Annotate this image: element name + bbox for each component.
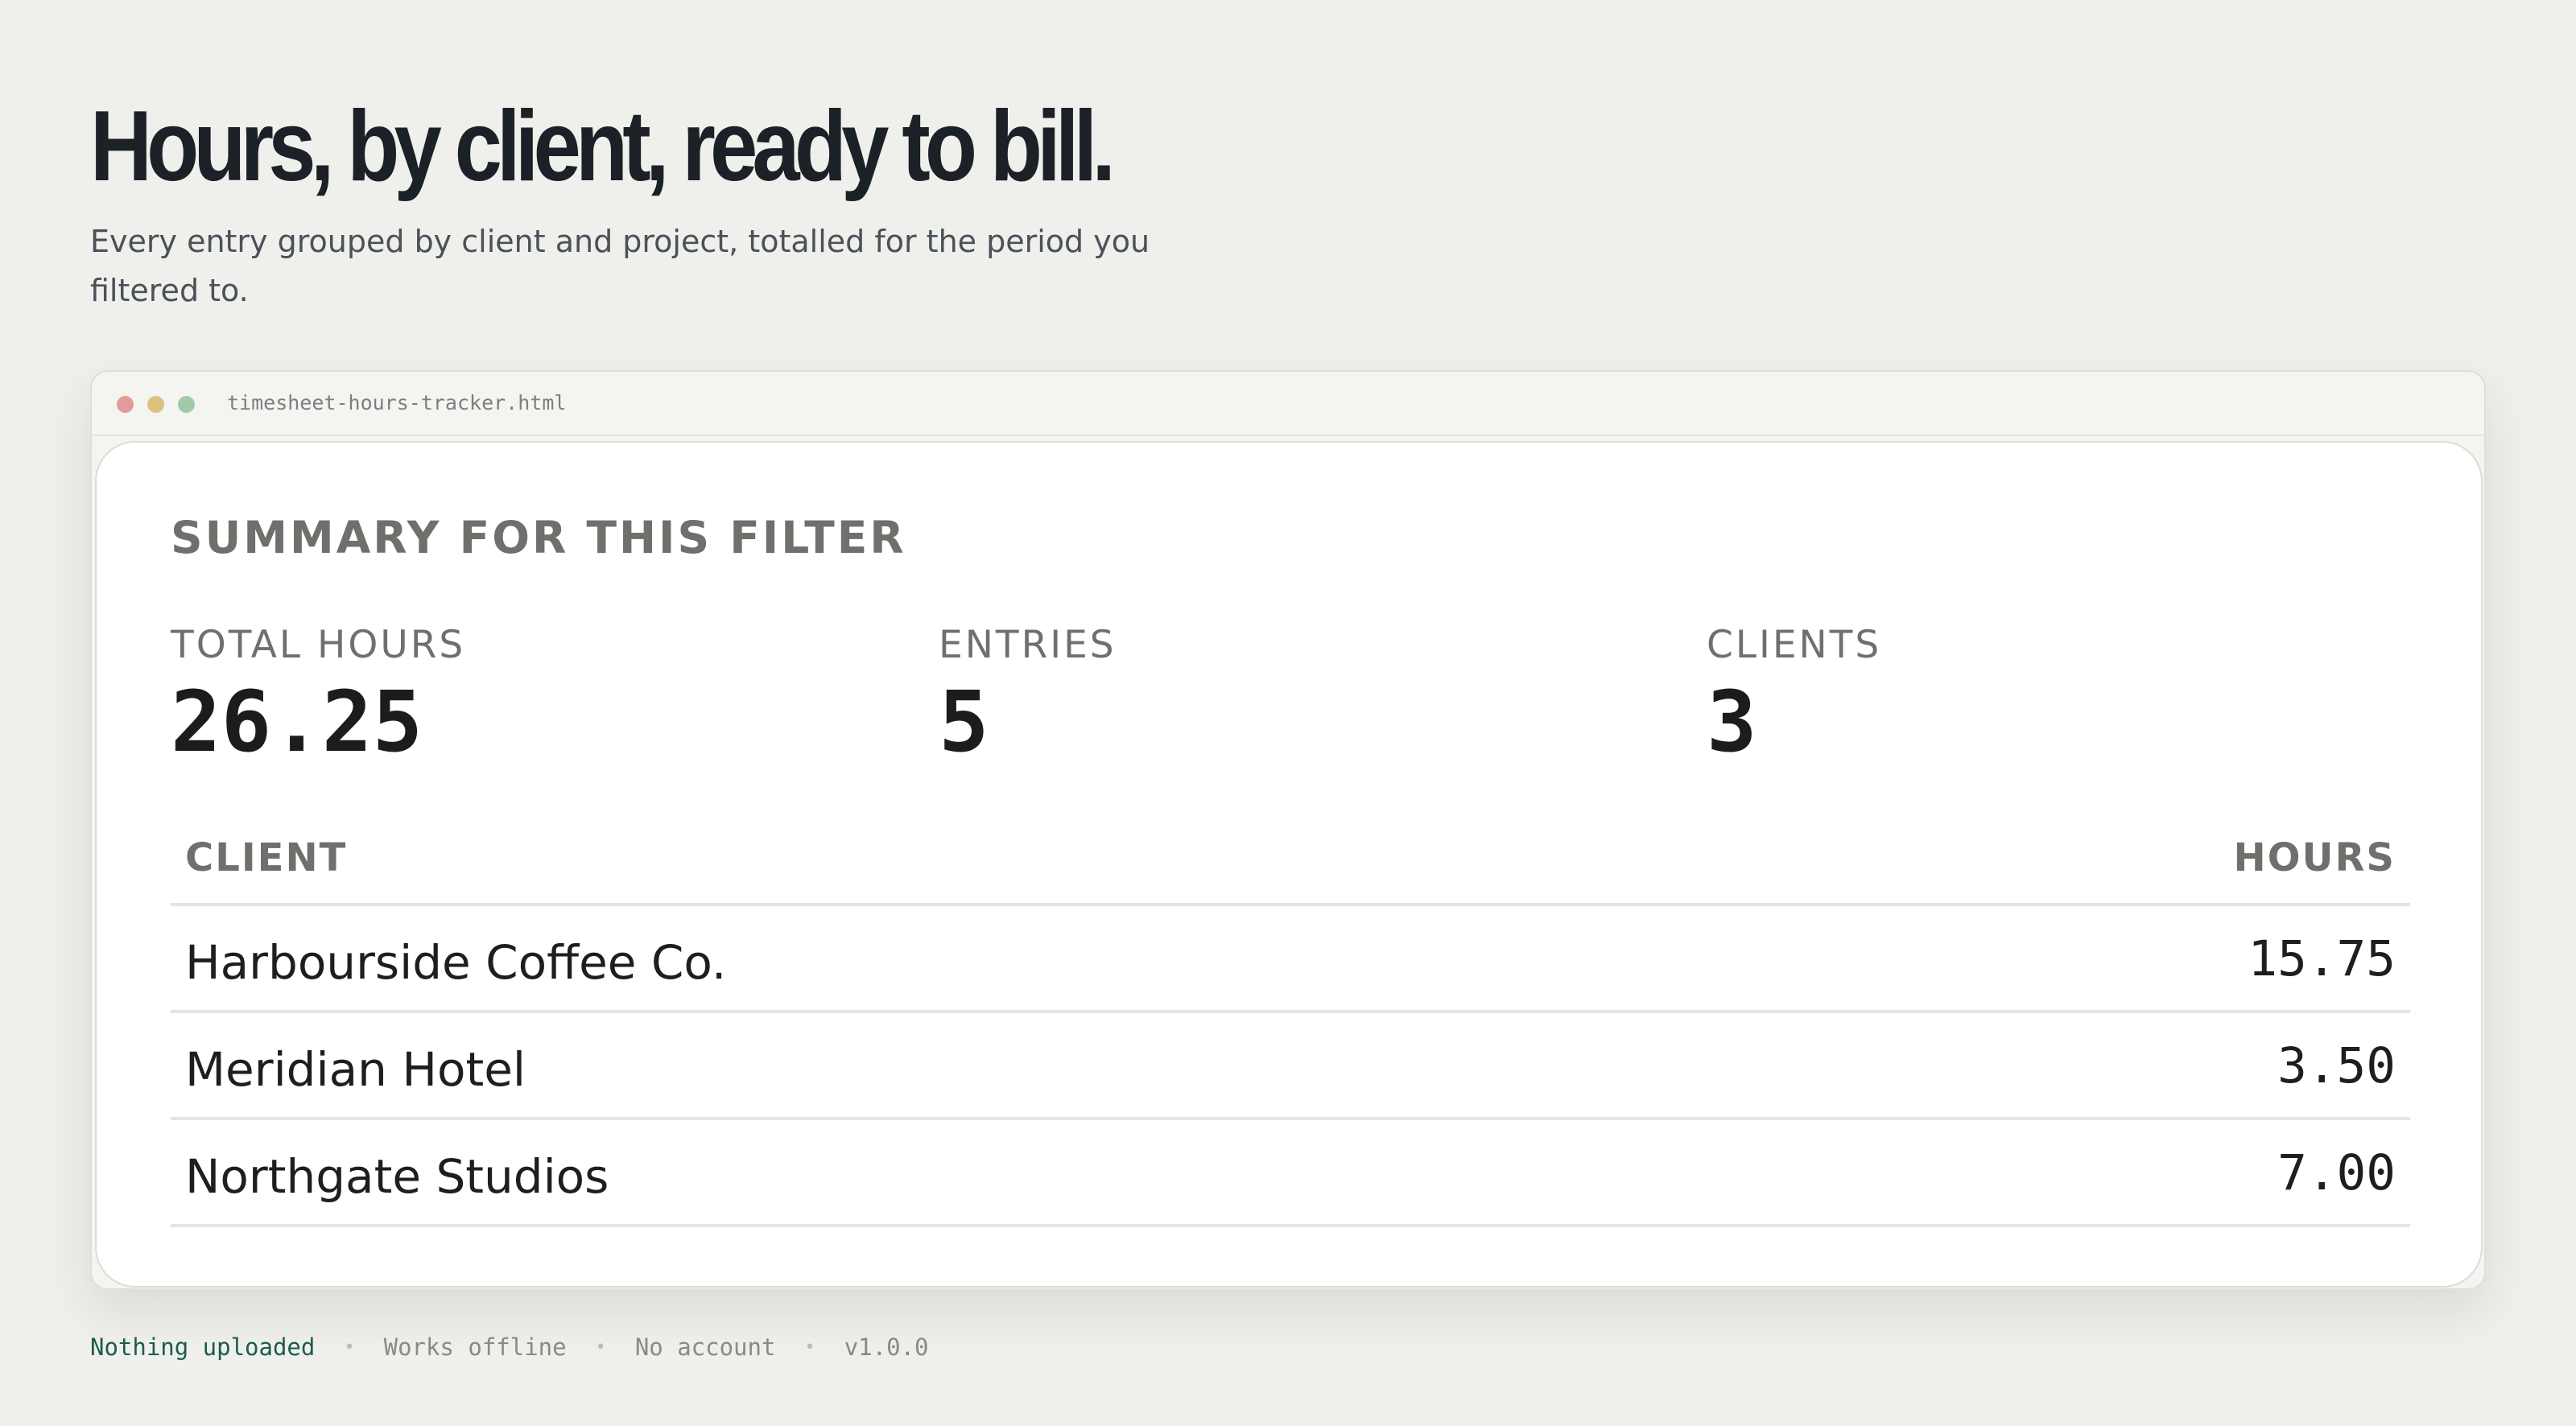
maximize-window-icon[interactable] <box>178 396 195 413</box>
client-hours: 7.00 <box>2277 1144 2396 1201</box>
stat-clients: CLIENTS 3 <box>1707 621 1881 769</box>
footer-status-bar: Nothing uploaded • Works offline • No ac… <box>90 1331 928 1363</box>
footer-item-offline: Works offline <box>383 1333 567 1361</box>
table-header: CLIENT HOURS <box>171 813 2410 906</box>
footer-separator: • <box>595 1337 606 1358</box>
window-filename: timesheet-hours-tracker.html <box>227 391 567 414</box>
summary-card: SUMMARY FOR THIS FILTER TOTAL HOURS 26.2… <box>95 441 2483 1288</box>
client-name: Harbourside Coffee Co. <box>185 935 727 990</box>
client-hours-table: CLIENT HOURS Harbourside Coffee Co. 15.7… <box>171 813 2410 1227</box>
column-header-hours[interactable]: HOURS <box>2234 835 2396 880</box>
table-row[interactable]: Harbourside Coffee Co. 15.75 <box>171 906 2410 1013</box>
stat-value: 26.25 <box>171 673 423 771</box>
close-window-icon[interactable] <box>117 396 134 413</box>
summary-title: SUMMARY FOR THIS FILTER <box>171 512 906 563</box>
stat-value: 5 <box>939 673 989 771</box>
table-row[interactable]: Meridian Hotel 3.50 <box>171 1013 2410 1120</box>
footer-separator: • <box>344 1337 355 1358</box>
stat-total-hours: TOTAL HOURS 26.25 <box>171 621 465 769</box>
stat-label: TOTAL HOURS <box>171 623 466 667</box>
stat-label: ENTRIES <box>939 623 1117 667</box>
column-header-client[interactable]: CLIENT <box>185 835 347 880</box>
footer-item-account: No account <box>634 1333 776 1361</box>
stat-label: CLIENTS <box>1707 623 1882 667</box>
client-hours: 15.75 <box>2248 930 2396 987</box>
table-row[interactable]: Northgate Studios 7.00 <box>171 1120 2410 1227</box>
client-hours: 3.50 <box>2277 1037 2396 1094</box>
footer-item-uploads: Nothing uploaded <box>90 1333 316 1361</box>
stat-value: 3 <box>1707 673 1757 771</box>
page-title: Hours, by client, ready to bill. <box>90 91 1116 202</box>
window-titlebar: timesheet-hours-tracker.html <box>92 372 2484 436</box>
stat-entries: ENTRIES 5 <box>939 621 1117 769</box>
client-name: Meridian Hotel <box>185 1042 526 1097</box>
page-subtitle: Every entry grouped by client and projec… <box>90 224 1150 308</box>
minimize-window-icon[interactable] <box>147 396 164 413</box>
footer-separator: • <box>804 1337 815 1358</box>
footer-item-version: v1.0.0 <box>844 1333 929 1361</box>
client-name: Northgate Studios <box>185 1149 609 1204</box>
app-window: timesheet-hours-tracker.html SUMMARY FOR… <box>90 370 2486 1290</box>
